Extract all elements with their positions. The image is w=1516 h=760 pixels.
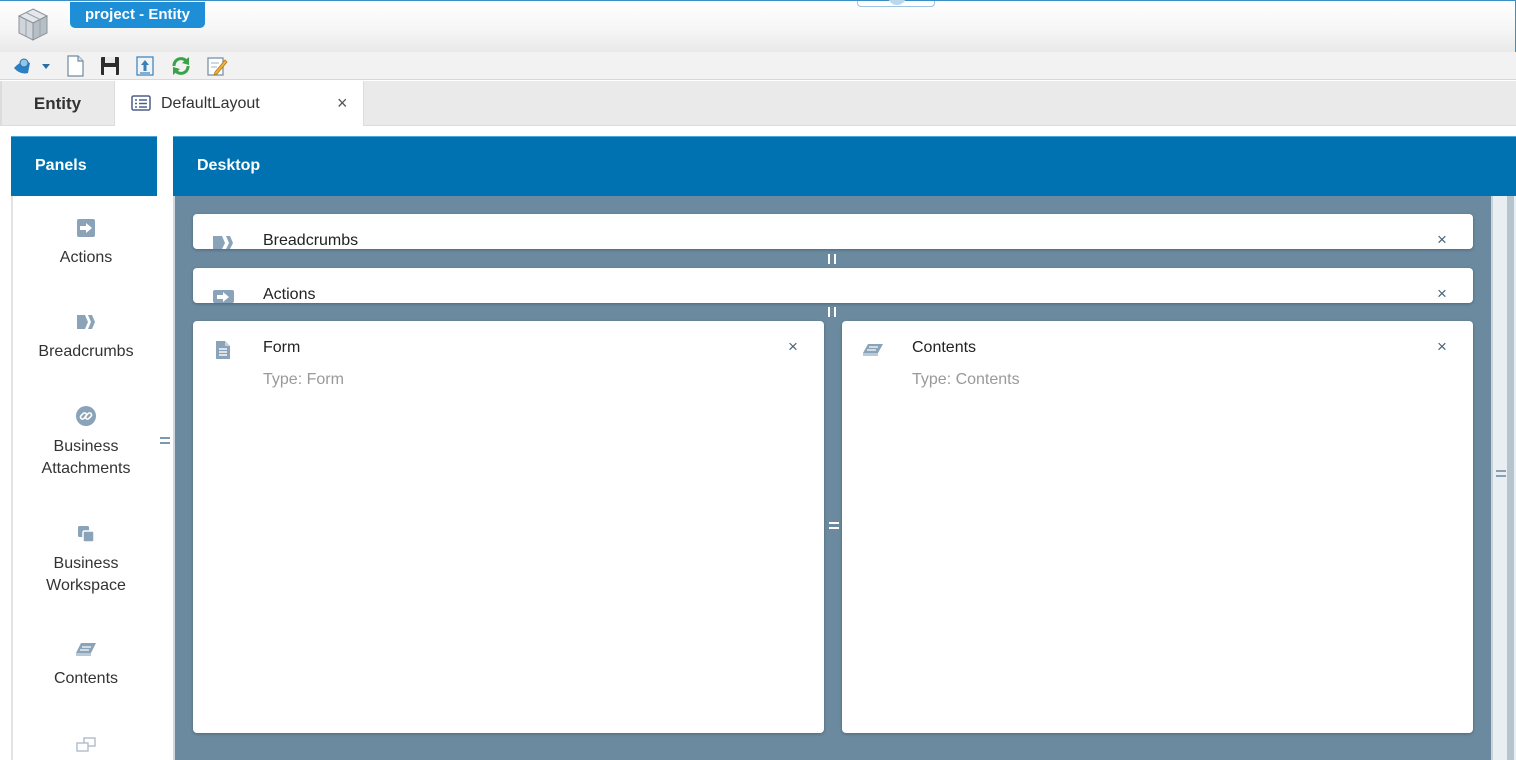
desktop-canvas: Breadcrumbs × Actions × Form Type: Form … [173, 196, 1491, 760]
tab-default-layout-label: DefaultLayout [161, 95, 260, 112]
app-cube-logo-icon [17, 8, 49, 41]
link-icon [76, 406, 96, 426]
panel-item-label: Breadcrumbs [38, 343, 134, 360]
vertical-scrollbar[interactable] [1491, 196, 1516, 760]
card-contents[interactable]: Contents Type: Contents × [842, 321, 1473, 733]
save-icon [101, 57, 119, 75]
panel-item-label: Business Attachments [41, 438, 131, 477]
title-bar: project - Entity [0, 0, 1516, 52]
scrollbar-track[interactable] [1507, 196, 1514, 760]
window-icon [76, 737, 96, 752]
chevron-down-icon [42, 64, 50, 69]
panel-item-business-workspace[interactable]: Business Workspace [13, 524, 157, 597]
panel-item-partial[interactable] [13, 736, 157, 754]
arrow-right-icon [77, 219, 95, 237]
remove-card-close-icon[interactable]: × [788, 338, 798, 355]
row-resize-handle[interactable] [828, 254, 836, 264]
workspace-icon [78, 526, 95, 543]
book-icon [863, 344, 883, 356]
refresh-icon [172, 57, 190, 75]
panel-item-label: Business Workspace [46, 555, 126, 594]
column-resize-handle[interactable] [829, 522, 839, 529]
layout-icon [131, 95, 151, 111]
edit-button[interactable] [206, 55, 228, 77]
panels-list: Actions Breadcrumbs Business Attachments… [11, 196, 157, 760]
edit-icon [207, 57, 228, 76]
card-title: Actions [263, 286, 316, 303]
remove-card-close-icon[interactable]: × [1437, 285, 1447, 302]
card-actions[interactable]: Actions × [193, 268, 1473, 303]
panel-item-business-attachments[interactable]: Business Attachments [13, 405, 157, 480]
card-type-label: Type: Contents [912, 371, 1020, 388]
new-document-icon [67, 55, 84, 77]
export-icon [136, 56, 154, 76]
desktop-header: Desktop [173, 136, 1516, 196]
panel-item-breadcrumbs[interactable]: Breadcrumbs [13, 312, 157, 363]
remove-card-close-icon[interactable]: × [1437, 231, 1447, 248]
panels-header: Panels [11, 136, 157, 196]
panel-item-actions[interactable]: Actions [13, 218, 157, 269]
toolbar [0, 52, 1516, 80]
tab-bar: Entity DefaultLayout × [0, 81, 1516, 126]
new-button[interactable] [64, 55, 86, 77]
tab-close-icon[interactable]: × [337, 81, 348, 126]
sidebar-resize-handle[interactable] [160, 437, 170, 444]
panel-item-contents[interactable]: Contents [13, 639, 157, 690]
window-title: project - Entity [70, 2, 206, 28]
save-button[interactable] [99, 55, 121, 77]
card-breadcrumbs[interactable]: Breadcrumbs × [193, 214, 1473, 249]
book-icon [76, 643, 96, 656]
publish-icon [14, 58, 50, 74]
panel-item-label: Actions [59, 249, 113, 266]
tab-default-layout[interactable]: DefaultLayout × [114, 81, 364, 126]
card-title: Contents [912, 339, 977, 356]
top-collapse-handle[interactable] [857, 0, 935, 7]
export-button[interactable] [134, 55, 156, 77]
publish-dropdown-button[interactable] [12, 55, 56, 77]
panel-item-label: Contents [53, 670, 119, 687]
card-title: Breadcrumbs [263, 232, 359, 249]
chevrons-icon [77, 315, 95, 329]
card-title: Form [263, 339, 301, 356]
right-resize-handle[interactable] [1496, 470, 1506, 477]
arrow-right-icon [213, 290, 234, 303]
card-form[interactable]: Form Type: Form × [193, 321, 824, 733]
form-document-icon [216, 341, 230, 359]
remove-card-close-icon[interactable]: × [1437, 338, 1447, 355]
chevrons-icon [213, 236, 233, 249]
refresh-button[interactable] [170, 55, 192, 77]
tab-entity[interactable]: Entity [0, 81, 113, 126]
row-resize-handle[interactable] [828, 307, 836, 317]
card-type-label: Type: Form [263, 371, 344, 388]
